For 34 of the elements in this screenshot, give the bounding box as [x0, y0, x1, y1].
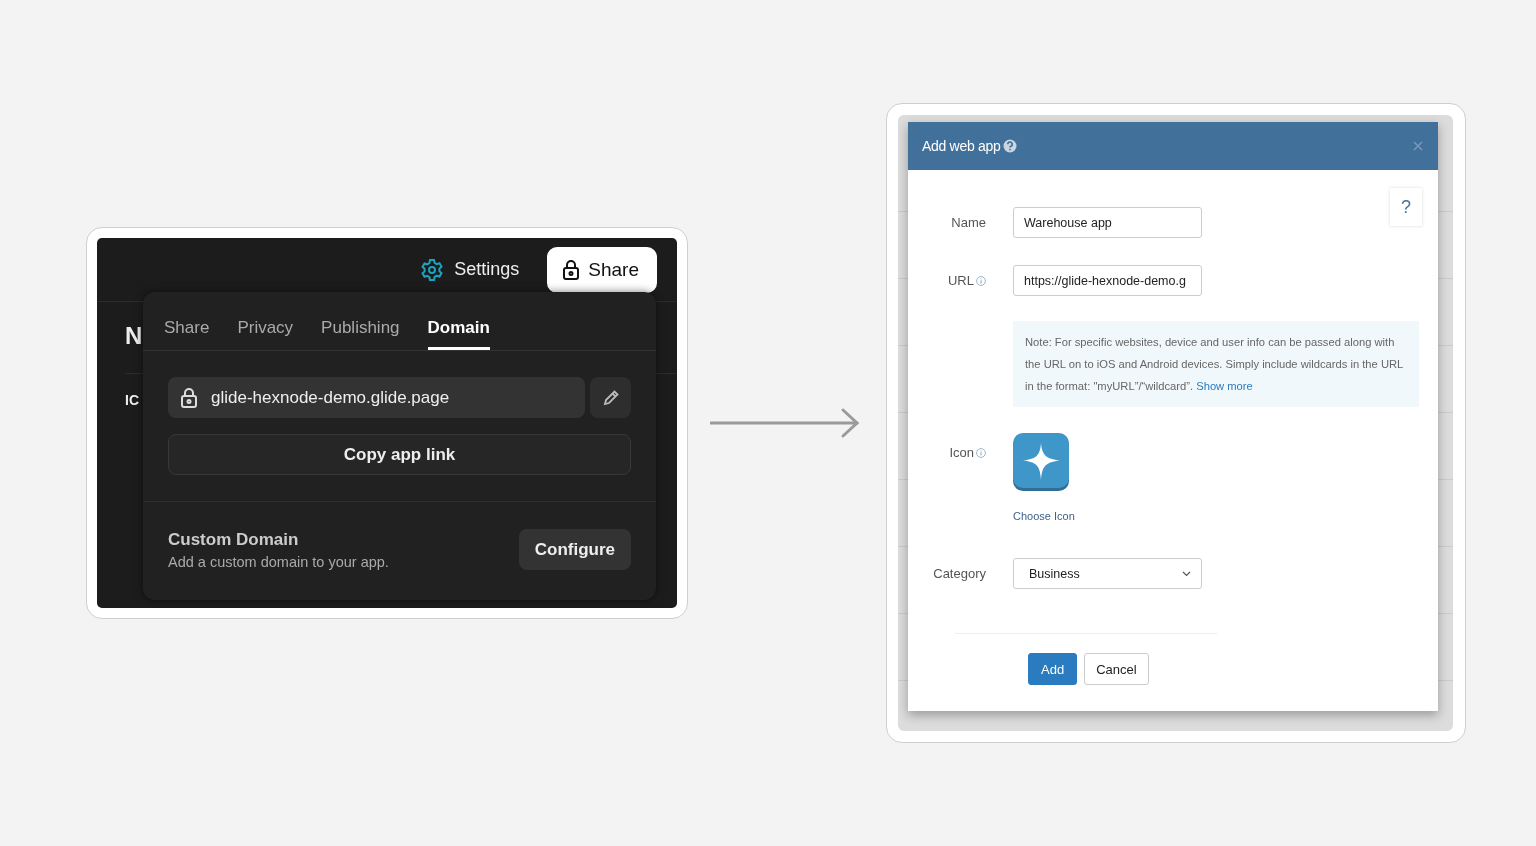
column-header: IC — [125, 392, 140, 408]
info-icon — [976, 275, 986, 286]
field-label: URL — [948, 273, 974, 288]
sparkle-app-icon[interactable] — [1013, 433, 1069, 491]
help-button[interactable]: ? — [1390, 188, 1422, 226]
settings-icon — [420, 257, 445, 282]
note-text: Note: For specific websites, device and user info can be passed along with the URL on to iOS and Android devices. Simply include wildcards in the URL in the format: "myURL”/“wildcard”. Show more — [1025, 335, 1404, 394]
show-more-link[interactable]: Show more — [1196, 380, 1253, 392]
text-field[interactable]: Warehouse app — [1013, 207, 1202, 238]
dialog-title: Add web app — [922, 138, 1001, 154]
edit-button[interactable] — [590, 377, 631, 418]
pencil-icon — [601, 388, 620, 407]
chevron-down-icon — [1182, 570, 1191, 577]
lock-icon — [562, 259, 581, 280]
url-field[interactable]: glide-hexnode-demo.glide.page — [168, 377, 585, 418]
tab[interactable]: Domain — [427, 292, 490, 350]
help-icon[interactable] — [1003, 139, 1018, 153]
settings-label[interactable]: Settings — [454, 259, 520, 280]
arrow-icon — [710, 407, 860, 439]
text-field[interactable]: https://glide-hexnode-demo.g — [1013, 265, 1202, 296]
custom-domain-description: Add a custom domain to your app. — [168, 553, 389, 570]
share-button[interactable]: Share — [547, 246, 657, 293]
field-label: Category — [933, 566, 986, 581]
lock-icon — [180, 387, 198, 408]
configure-button[interactable]: Configure — [518, 529, 631, 570]
copy-link-button[interactable]: Copy app link — [168, 434, 631, 475]
field-label: Name — [951, 215, 986, 230]
cancel-button[interactable]: Cancel — [1084, 653, 1149, 685]
custom-domain-title: Custom Domain — [168, 529, 300, 550]
choose-icon-link[interactable]: Choose Icon — [1013, 510, 1075, 522]
category-select[interactable]: Business — [1013, 558, 1202, 589]
field-label: Icon — [949, 445, 974, 460]
add-button[interactable]: Add — [1028, 653, 1078, 685]
info-icon — [976, 447, 986, 458]
